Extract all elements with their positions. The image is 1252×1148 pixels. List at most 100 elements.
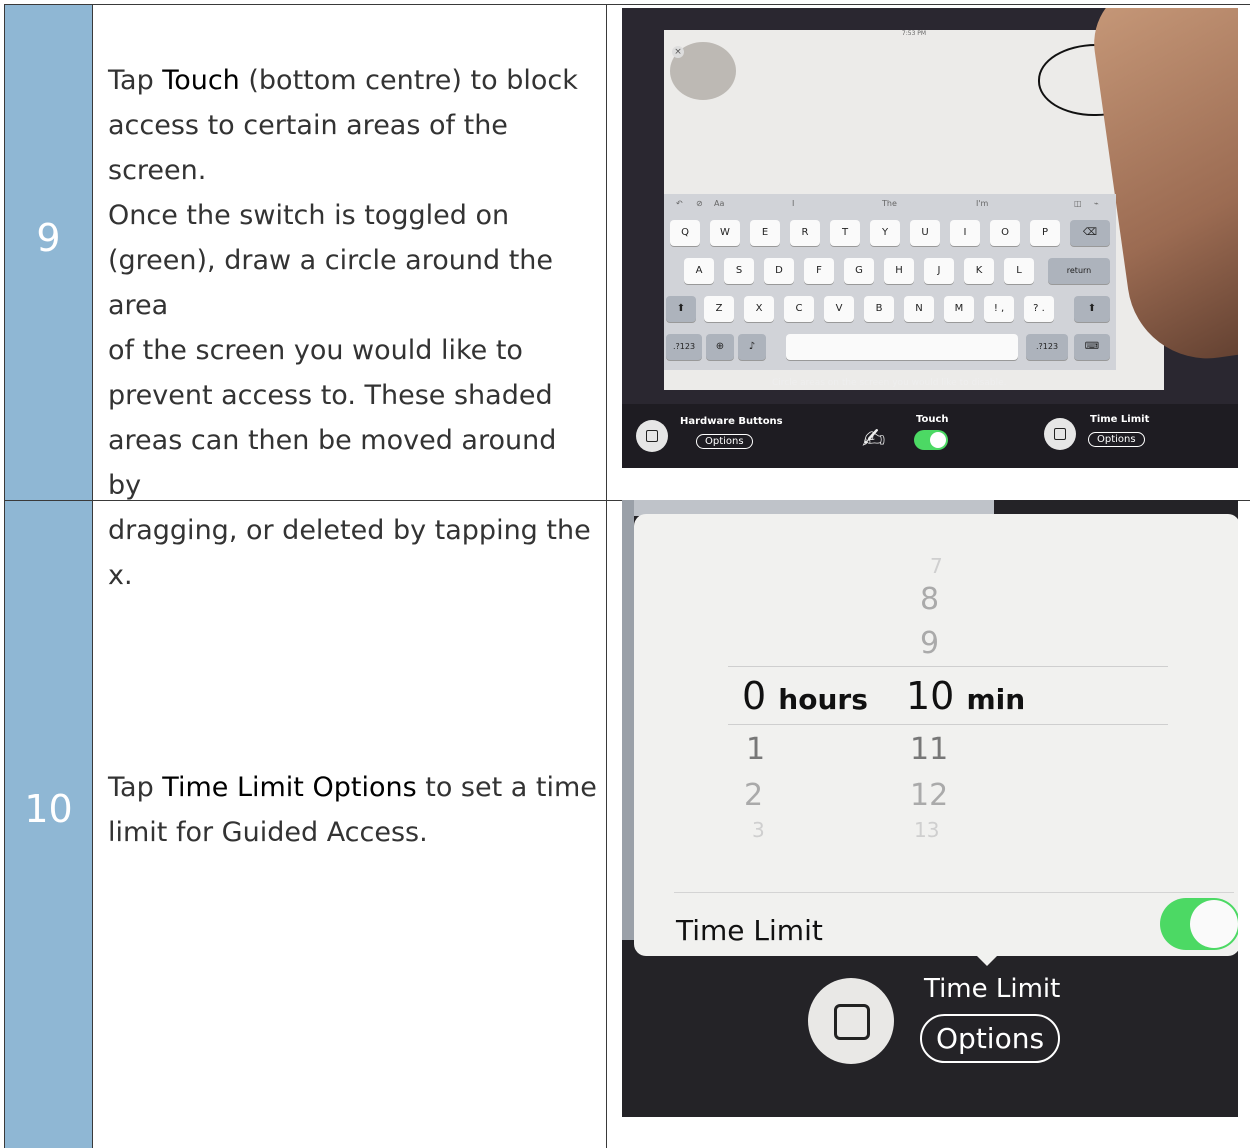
picker-line (728, 666, 1168, 667)
touch-toggle[interactable] (914, 430, 948, 450)
background-edge (622, 500, 634, 940)
key[interactable]: K (964, 258, 994, 284)
keyboard-dismiss-icon[interactable]: ⌨ (1074, 334, 1110, 360)
key[interactable]: C (784, 296, 814, 322)
globe-icon[interactable]: ⊕ (706, 334, 734, 360)
step-instructions: Tap Touch (bottom centre) to block access… (108, 58, 598, 598)
key[interactable]: J (924, 258, 954, 284)
key[interactable]: H (884, 258, 914, 284)
time-limit-popover: 7 8 9 0 hours 10 min 1 11 2 12 3 13 Time… (634, 514, 1238, 956)
onscreen-keyboard[interactable]: ↶ ⊘ Aa I The I'm ◫ ⌁ Q W E R T Y U I O P ⌫ ASDFGHJ… (664, 194, 1116, 370)
hour-option[interactable]: 3 (752, 818, 765, 842)
space-bar[interactable] (786, 334, 1018, 360)
backspace-icon[interactable]: ⌫ (1070, 220, 1110, 246)
numbers-key[interactable]: .?123 (666, 334, 702, 360)
time-limit-options-button[interactable]: Options (1088, 432, 1145, 447)
format-icon[interactable]: Aa (714, 199, 724, 208)
key[interactable]: ! , (984, 296, 1014, 322)
key[interactable]: W (710, 220, 740, 246)
shift-icon[interactable]: ⬆ (1074, 296, 1110, 322)
hours-picker-selected[interactable]: 0 hours (742, 674, 868, 718)
shift-icon[interactable]: ⬆ (666, 296, 696, 322)
minutes-unit: min (966, 683, 1026, 716)
minute-option[interactable]: 13 (914, 818, 939, 842)
minute-option[interactable]: 12 (910, 778, 948, 813)
key[interactable]: R (790, 220, 820, 246)
shaded-area[interactable]: × (670, 42, 736, 100)
popover-tail (973, 952, 1001, 966)
key[interactable]: Y (870, 220, 900, 246)
column-divider-1 (92, 4, 93, 1148)
key[interactable]: A (684, 258, 714, 284)
minute-option[interactable]: 7 (930, 554, 943, 578)
emphasized-term: Touch (162, 65, 240, 96)
suggestion[interactable]: I'm (976, 199, 988, 208)
screenshot-touch-settings: 7:53 PM × ↶ ⊘ Aa I The I'm ◫ ⌁ QWERTYUIO… (622, 8, 1238, 468)
time-limit-options-button[interactable]: Options (920, 1014, 1061, 1063)
key[interactable]: U (910, 220, 940, 246)
guided-access-bar: Hardware Buttons Options ✍ Touch Time Li… (622, 404, 1238, 468)
key[interactable]: G (844, 258, 874, 284)
key[interactable]: P (1030, 220, 1060, 246)
close-icon[interactable]: × (672, 46, 684, 58)
time-limit-setting-label: Time Limit (676, 914, 823, 947)
key[interactable]: O (990, 220, 1020, 246)
keyboard-row-1: Q W E R T Y U I O P ⌫ (664, 220, 1116, 248)
key[interactable]: Q (670, 220, 700, 246)
step-number-cell: 9 (5, 5, 92, 500)
instruction-text: Once the switch is toggled on (108, 200, 510, 231)
key[interactable]: S (724, 258, 754, 284)
instruction-text: Tap (108, 772, 163, 803)
disable-hint: Circle areas on the screen you would lik… (772, 378, 1007, 388)
undo-icon[interactable]: ↶ (676, 199, 683, 208)
key[interactable]: V (824, 296, 854, 322)
numbers-key-right[interactable]: .?123 (1026, 334, 1068, 360)
return-key[interactable]: return (1048, 258, 1110, 284)
key[interactable]: T (830, 220, 860, 246)
hardware-buttons-toggle[interactable] (636, 420, 668, 452)
key[interactable]: M (944, 296, 974, 322)
instruction-line: access to certain areas of the screen. (108, 103, 598, 193)
key[interactable]: Z (704, 296, 734, 322)
hour-option[interactable]: 1 (746, 732, 765, 767)
instruction-text: to set a time (416, 772, 597, 803)
instruction-text: of the screen you would like to (108, 335, 523, 366)
instruction-text: (bottom centre) to block (239, 65, 578, 96)
key[interactable]: B (864, 296, 894, 322)
time-limit-toggle[interactable] (1044, 418, 1076, 450)
step-number: 10 (24, 787, 73, 831)
instruction-line: areas can then be moved around by (108, 418, 598, 508)
status-time: 7:53 PM (901, 30, 927, 37)
minute-option[interactable]: 8 (920, 582, 939, 617)
suggestion-bar: ↶ ⊘ Aa I The I'm ◫ ⌁ (664, 194, 1116, 214)
instruction-text: limit for Guided Access. (108, 817, 428, 848)
time-limit-button[interactable] (808, 978, 894, 1064)
table-border-top (4, 4, 1250, 5)
hardware-options-button[interactable]: Options (696, 434, 753, 449)
microphone-icon[interactable]: ♪ (738, 334, 766, 360)
key[interactable]: D (764, 258, 794, 284)
instruction-line: of the screen you would like to (108, 328, 598, 373)
suggestion[interactable]: The (882, 199, 897, 208)
key[interactable]: ? . (1024, 296, 1054, 322)
key[interactable]: X (744, 296, 774, 322)
key[interactable]: I (950, 220, 980, 246)
suggestion[interactable]: I (792, 199, 794, 208)
key[interactable]: E (750, 220, 780, 246)
minute-option[interactable]: 9 (920, 626, 939, 661)
instruction-line: prevent access to. These shaded (108, 373, 598, 418)
minutes-value: 10 (906, 674, 955, 718)
screenshot-time-limit: 7 8 9 0 hours 10 min 1 11 2 12 3 13 Time… (622, 500, 1238, 1117)
time-limit-toggle[interactable] (1160, 898, 1238, 950)
key[interactable]: N (904, 296, 934, 322)
minutes-picker-selected[interactable]: 10 min (906, 674, 1025, 718)
camera-icon[interactable]: ◫ (1074, 199, 1082, 208)
keyboard-row-4: .?123 ⊕ ♪ .?123 ⌨ (664, 334, 1116, 362)
check-icon[interactable]: ⊘ (696, 199, 703, 208)
key[interactable]: L (1004, 258, 1034, 284)
minute-option[interactable]: 11 (910, 732, 948, 767)
key[interactable]: F (804, 258, 834, 284)
paste-icon[interactable]: ⌁ (1094, 199, 1099, 208)
hour-option[interactable]: 2 (744, 778, 763, 813)
column-divider-2 (606, 4, 607, 1148)
